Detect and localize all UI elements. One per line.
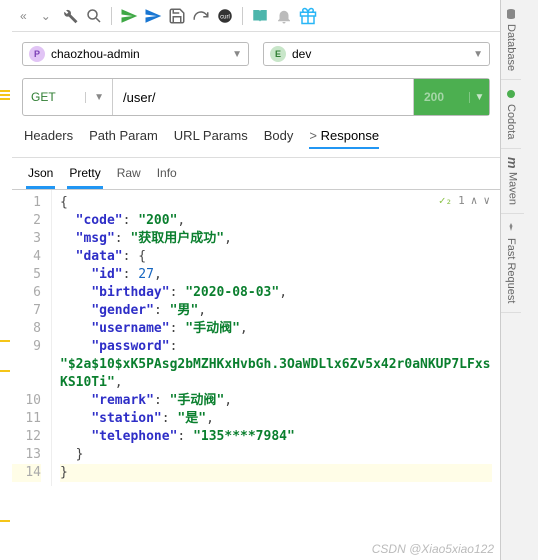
chevron-down-icon: ▼ <box>232 49 242 60</box>
database-icon <box>505 8 517 20</box>
up-icon[interactable]: ∧ <box>471 194 478 207</box>
response-editor[interactable]: ✓₂ 1 ∧ ∨ 1234567891011121314 { "code": "… <box>12 189 500 486</box>
env-badge-icon: E <box>270 46 286 62</box>
search-icon[interactable] <box>85 7 103 25</box>
sidebar-maven[interactable]: m Maven <box>501 149 524 215</box>
right-sidebar: Database Codota m Maven Fast Request <box>500 0 538 560</box>
chevron-down-icon: ▼ <box>469 92 489 103</box>
status-box[interactable]: 200 ▼ <box>413 79 489 115</box>
check-icon: ✓₂ <box>439 194 452 207</box>
book-icon[interactable] <box>251 7 269 25</box>
tabs-row: Headers Path Param URL Params Body Respo… <box>12 124 500 157</box>
project-badge-icon: P <box>29 46 45 62</box>
codota-icon <box>505 88 517 100</box>
project-selector[interactable]: P chaozhou-admin ▼ <box>22 42 249 66</box>
sidebar-label: Fast Request <box>505 238 517 303</box>
chevron-down-icon: ▼ <box>85 92 104 103</box>
save-icon[interactable] <box>168 7 186 25</box>
tab-body[interactable]: Body <box>264 128 294 149</box>
sidebar-database[interactable]: Database <box>501 0 521 80</box>
sidebar-codota[interactable]: Codota <box>501 80 521 148</box>
sub-tab-raw[interactable]: Raw <box>115 162 143 189</box>
svg-text:curl: curl <box>220 14 230 20</box>
editor-header: ✓₂ 1 ∧ ∨ <box>439 194 490 207</box>
warn-count: 1 <box>458 194 465 207</box>
tab-response[interactable]: Response <box>309 128 379 149</box>
method-label: GET <box>31 90 56 104</box>
sub-tab-info[interactable]: Info <box>155 162 179 189</box>
sub-tab-pretty[interactable]: Pretty <box>67 162 102 189</box>
bell-icon[interactable] <box>275 7 293 25</box>
down-icon[interactable]: ∨ <box>483 194 490 207</box>
url-input[interactable] <box>113 79 413 115</box>
request-row: GET ▼ 200 ▼ <box>22 78 490 116</box>
send-alt-icon[interactable] <box>144 7 162 25</box>
left-margin <box>0 0 12 560</box>
sidebar-fast-request[interactable]: Fast Request <box>501 214 521 312</box>
sub-tab-json[interactable]: Json <box>26 162 55 189</box>
tab-headers[interactable]: Headers <box>24 128 73 149</box>
toolbar: « ⌄ curl <box>12 0 500 32</box>
status-code: 200 <box>414 90 469 104</box>
sidebar-label: Codota <box>505 104 517 139</box>
expand-chevron[interactable]: ⌄ <box>37 9 55 23</box>
chevron-down-icon: ▼ <box>473 49 483 60</box>
send-icon[interactable] <box>120 7 138 25</box>
sidebar-label: Database <box>505 24 517 71</box>
curl-icon[interactable]: curl <box>216 7 234 25</box>
tab-path-param[interactable]: Path Param <box>89 128 158 149</box>
http-method-selector[interactable]: GET ▼ <box>23 79 113 115</box>
rocket-icon <box>505 222 517 234</box>
project-value: chaozhou-admin <box>51 47 140 61</box>
env-selector[interactable]: E dev ▼ <box>263 42 490 66</box>
watermark: CSDN @Xiao5xiao122 <box>372 542 494 556</box>
back-chevron[interactable]: « <box>16 9 31 23</box>
redo-icon[interactable] <box>192 7 210 25</box>
maven-icon: m <box>505 157 520 169</box>
sub-tabs: Json Pretty Raw Info <box>12 157 500 189</box>
selectors-row: P chaozhou-admin ▼ E dev ▼ <box>12 32 500 76</box>
tab-url-params[interactable]: URL Params <box>174 128 248 149</box>
sidebar-label: Maven <box>507 172 519 205</box>
wrench-icon[interactable] <box>61 7 79 25</box>
line-gutter: 1234567891011121314 <box>12 190 52 486</box>
code-body[interactable]: { "code": "200", "msg": "获取用户成功", "data"… <box>52 190 500 486</box>
gift-icon[interactable] <box>299 7 317 25</box>
env-value: dev <box>292 47 311 61</box>
